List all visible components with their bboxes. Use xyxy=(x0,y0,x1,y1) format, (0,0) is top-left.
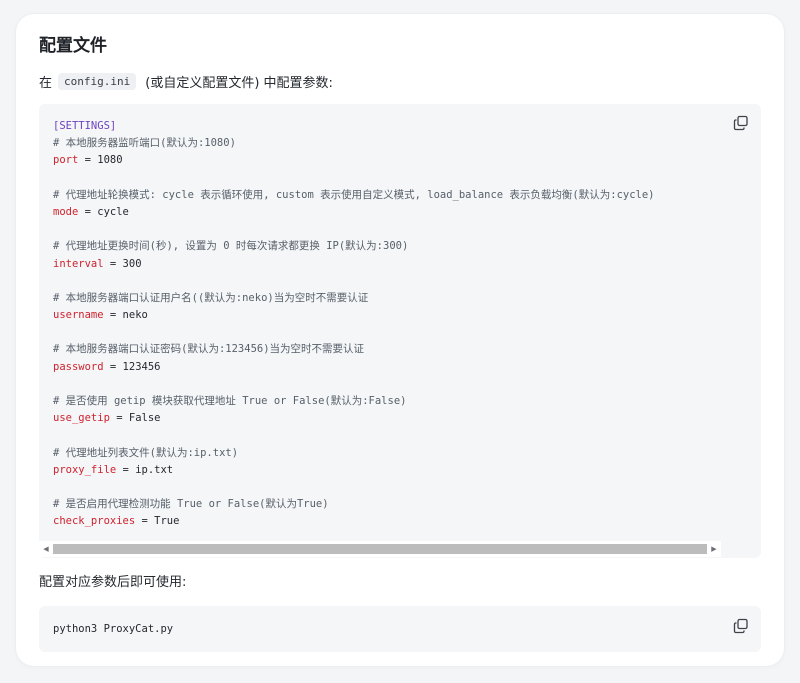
usage-text: 配置对应参数后即可使用: xyxy=(39,575,187,590)
equals-sign: = xyxy=(109,412,129,425)
code-line: port = 1080 xyxy=(53,152,655,169)
code-comment: # 本地服务器端口认证密码(默认为:123456)当为空时不需要认证 xyxy=(53,343,365,356)
code-line: # 代理地址列表文件(默认为:ip.txt) xyxy=(53,445,655,462)
code-comment: # 代理地址更换时间(秒), 设置为 0 时每次请求都更换 IP(默认为:300… xyxy=(53,240,409,253)
config-key: check_proxies xyxy=(53,515,136,528)
config-code-block: [SETTINGS] # 本地服务器监听端口(默认为:1080) port = 10… xyxy=(39,104,761,558)
code-line: # 代理地址轮换模式: cycle 表示循环使用, custom 表示使用自定义… xyxy=(53,187,655,204)
scrollbar-thumb[interactable] xyxy=(53,544,707,554)
config-value: 300 xyxy=(122,257,142,270)
config-key: interval xyxy=(53,257,104,270)
copy-command-button[interactable] xyxy=(733,618,749,634)
code-comment: # 本地服务器监听端口(默认为:1080) xyxy=(53,137,236,150)
config-key: username xyxy=(53,309,104,322)
copy-icon xyxy=(733,618,748,634)
config-value: False xyxy=(128,412,161,425)
equals-sign: = xyxy=(135,515,155,528)
equals-sign: = xyxy=(103,309,123,322)
equals-sign: = xyxy=(78,205,98,218)
section-title: 配置文件 xyxy=(39,36,107,56)
command-code-block: python3 ProxyCat.py xyxy=(39,606,761,652)
copy-config-button[interactable] xyxy=(733,115,749,131)
code-line: use_getip = False xyxy=(53,410,655,427)
intro-prefix: 在 xyxy=(39,75,53,91)
scrollbar-track[interactable] xyxy=(53,544,707,554)
code-line: # 本地服务器端口认证密码(默认为:123456)当为空时不需要认证 xyxy=(53,341,655,358)
config-key: password xyxy=(53,360,104,373)
intro-text: 在 config.ini (或自定义配置文件) 中配置参数: xyxy=(39,70,333,92)
code-comment: # 代理地址轮换模式: cycle 表示循环使用, custom 表示使用自定义… xyxy=(53,188,655,201)
config-value: 1080 xyxy=(97,154,123,167)
config-key: proxy_file xyxy=(53,463,117,476)
code-line: interval = 300 xyxy=(53,256,655,273)
horizontal-scrollbar[interactable]: ◀ ▶ xyxy=(39,541,721,557)
section-header: [SETTINGS] xyxy=(53,120,117,132)
inline-code-filename: config.ini xyxy=(58,72,137,90)
code-line: # 代理地址更换时间(秒), 设置为 0 时每次请求都更换 IP(默认为:300… xyxy=(53,238,655,255)
equals-sign: = xyxy=(116,463,136,476)
intro-suffix: (或自定义配置文件) 中配置参数: xyxy=(145,75,333,91)
code-line: proxy_file = ip.txt xyxy=(53,462,655,479)
config-value: cycle xyxy=(97,205,129,218)
config-key: use_getip xyxy=(53,412,110,425)
config-value: neko xyxy=(122,309,148,322)
config-value: ip.txt xyxy=(135,463,174,476)
equals-sign: = xyxy=(78,154,98,167)
copy-icon xyxy=(733,115,748,131)
code-comment: # 是否使用 getip 模块获取代理地址 True or False(默认为:… xyxy=(53,395,407,407)
code-line: username = neko xyxy=(53,307,655,324)
scroll-left-arrow-icon[interactable]: ◀ xyxy=(39,541,53,557)
config-key: port xyxy=(53,154,79,167)
code-comment: # 本地服务器端口认证用户名((默认为:neko)当为空时不需要认证 xyxy=(53,291,369,304)
code-comment: # 是否启用代理检测功能 True or False(默认为True) xyxy=(53,498,329,511)
code-line: # 是否使用 getip 模块获取代理地址 True or False(默认为:… xyxy=(53,393,655,410)
code-line: password = 123456 xyxy=(53,359,655,376)
config-value: True xyxy=(154,515,180,528)
equals-sign: = xyxy=(103,360,123,373)
code-line: [SETTINGS] xyxy=(53,118,655,135)
code-comment: # 代理地址列表文件(默认为:ip.txt) xyxy=(53,446,239,459)
code-line: mode = cycle xyxy=(53,204,655,221)
code-line: # 本地服务器监听端口(默认为:1080) xyxy=(53,135,655,152)
scroll-right-arrow-icon[interactable]: ▶ xyxy=(707,541,721,557)
config-value: 123456 xyxy=(122,360,161,373)
run-command: python3 ProxyCat.py xyxy=(53,623,174,635)
code-line: # 本地服务器端口认证用户名((默认为:neko)当为空时不需要认证 xyxy=(53,290,655,307)
equals-sign: = xyxy=(103,257,123,270)
code-line: check_proxies = True xyxy=(53,513,655,530)
config-code-lines: [SETTINGS] # 本地服务器监听端口(默认为:1080) port = 10… xyxy=(53,118,655,531)
config-key: mode xyxy=(53,205,79,218)
code-line: # 是否启用代理检测功能 True or False(默认为True) xyxy=(53,496,655,513)
